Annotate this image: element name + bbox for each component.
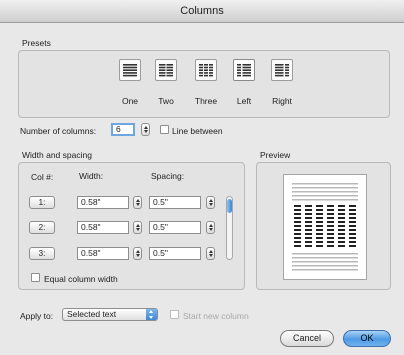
preview-group: [256, 162, 391, 290]
number-of-columns-field[interactable]: 6: [111, 123, 135, 136]
apply-to-popup[interactable]: Selected text: [62, 308, 158, 321]
left-column-icon: [237, 64, 251, 77]
preset-three-button[interactable]: [195, 59, 217, 81]
scrollbar-thumb[interactable]: [227, 199, 232, 213]
preset-one-label: One: [121, 96, 139, 106]
window-title: Columns: [180, 5, 224, 17]
col-2-spacing-field[interactable]: 0.5": [149, 221, 201, 234]
col-1-width-field[interactable]: 0.58": [77, 196, 129, 209]
col-2-width-field[interactable]: 0.58": [77, 221, 129, 234]
col-1-button[interactable]: 1:: [29, 196, 55, 209]
three-column-icon: [199, 64, 213, 77]
preset-one-button[interactable]: [119, 59, 141, 81]
cancel-button[interactable]: Cancel: [280, 330, 334, 347]
line-between-label: Line between: [172, 126, 223, 136]
preset-left-label: Left: [236, 96, 252, 106]
number-of-columns-stepper[interactable]: [141, 123, 150, 136]
col-3-width-field[interactable]: 0.58": [77, 247, 129, 260]
preview-page: [283, 174, 367, 280]
preset-left-button[interactable]: [233, 59, 255, 81]
apply-to-label: Apply to:: [20, 311, 54, 321]
equal-column-width-checkbox[interactable]: [31, 273, 40, 282]
spacing-header: Spacing:: [151, 171, 185, 181]
column-list-scrollbar[interactable]: [226, 196, 233, 260]
start-new-column-checkbox[interactable]: [170, 310, 179, 319]
right-column-icon: [275, 64, 289, 77]
title-bar: Columns: [0, 0, 404, 23]
line-between-checkbox[interactable]: [160, 125, 169, 134]
width-spacing-heading: Width and spacing: [22, 150, 92, 160]
preset-right-button[interactable]: [271, 59, 293, 81]
preview-columns-icon: [292, 183, 358, 271]
popup-arrows-icon: [146, 309, 157, 320]
col-1-spacing-stepper[interactable]: [206, 196, 215, 209]
presets-heading: Presets: [22, 38, 51, 48]
width-header: Width:: [79, 171, 104, 181]
col-2-spacing-stepper[interactable]: [206, 221, 215, 234]
one-column-icon: [123, 64, 137, 77]
col-3-spacing-field[interactable]: 0.5": [149, 247, 201, 260]
equal-column-width-label: Equal column width: [44, 274, 118, 284]
width-spacing-group: Col #: Width: Spacing: 1: 0.58" 0.5" 2: …: [18, 162, 245, 290]
col-3-button[interactable]: 3:: [29, 247, 55, 260]
col-3-spacing-stepper[interactable]: [206, 247, 215, 260]
preview-heading: Preview: [260, 150, 291, 160]
two-column-icon: [159, 64, 173, 77]
preset-right-label: Right: [272, 96, 292, 106]
col-header: Col #:: [31, 172, 54, 182]
col-2-button[interactable]: 2:: [29, 221, 55, 234]
apply-to-selected: Selected text: [67, 309, 117, 319]
preset-two-label: Two: [158, 96, 174, 106]
number-of-columns-label: Number of columns:: [20, 126, 97, 136]
ok-button[interactable]: OK: [343, 330, 391, 347]
col-1-spacing-field[interactable]: 0.5": [149, 196, 201, 209]
col-3-width-stepper[interactable]: [133, 247, 142, 260]
presets-group: One Two Three Left Right: [18, 50, 390, 118]
preset-two-button[interactable]: [155, 59, 177, 81]
start-new-column-label: Start new column: [183, 311, 249, 321]
col-1-width-stepper[interactable]: [133, 196, 142, 209]
preset-three-label: Three: [194, 96, 218, 106]
col-2-width-stepper[interactable]: [133, 221, 142, 234]
